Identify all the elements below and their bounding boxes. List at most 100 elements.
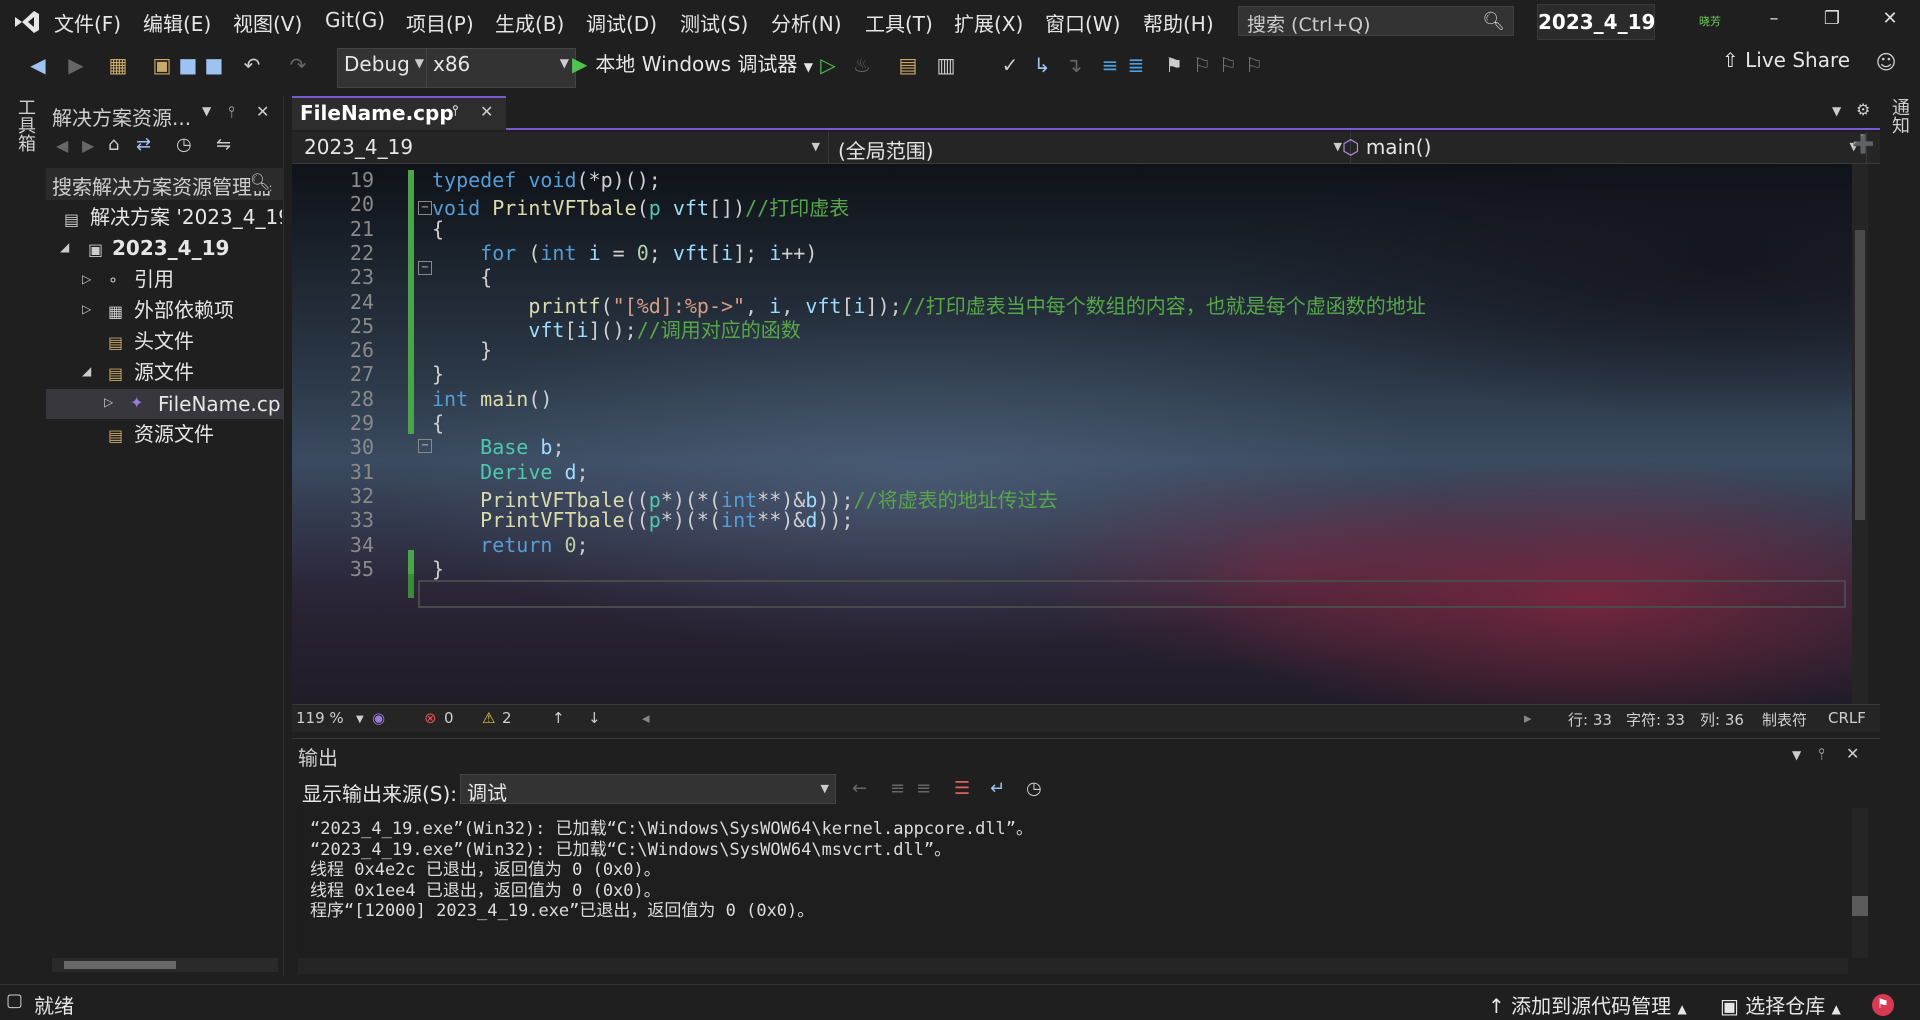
collapse-arrow-icon[interactable]: ▷	[82, 302, 91, 316]
output-text-area[interactable]: “2023_4_19.exe”(Win32): 已加载“C:\Windows\S…	[298, 808, 1848, 958]
step-over-icon[interactable]: ↴	[1062, 53, 1086, 77]
notifications-tab[interactable]: 通知	[1886, 98, 1912, 134]
code-line[interactable]: Base b;	[432, 435, 564, 459]
code-line[interactable]: return 0;	[432, 533, 588, 557]
select-repository-button[interactable]: ▣ 选择仓库 ▲	[1720, 990, 1841, 1019]
clock-icon[interactable]: ◷	[1026, 778, 1042, 799]
code-line[interactable]: }	[432, 338, 492, 362]
close-window-icon[interactable]: ✕	[1870, 8, 1910, 29]
undo-icon[interactable]: ↶	[240, 53, 264, 77]
start-without-debugging-icon[interactable]: ▷	[816, 53, 840, 77]
next-message-icon[interactable]: ≡	[916, 778, 931, 799]
history-icon[interactable]: ◷	[176, 134, 192, 155]
comment-icon[interactable]: ≡	[1098, 53, 1122, 77]
start-debugging-button[interactable]: ▶ 本地 Windows 调试器 ▼	[572, 48, 813, 77]
code-line[interactable]: typedef void(*p)();	[432, 168, 661, 192]
menu-help[interactable]: 帮助(H)	[1143, 8, 1214, 37]
chevron-down-icon[interactable]: ▼	[1792, 748, 1801, 762]
notification-bell-icon[interactable]: ⚑	[1872, 994, 1894, 1016]
expand-arrow-icon[interactable]: ◢	[82, 364, 91, 378]
restore-icon[interactable]: ❐	[1812, 8, 1852, 29]
code-line[interactable]: }	[432, 362, 444, 386]
word-wrap-icon[interactable]: ↵	[990, 778, 1005, 799]
tree-item-solution[interactable]: 解决方案 '2023_4_19' (1 个项目/共 1 个)	[90, 202, 282, 232]
editor-scrollbar-thumb[interactable]	[1855, 230, 1865, 520]
indent-mode[interactable]: 制表符	[1762, 709, 1807, 730]
tree-item-header-files[interactable]: 头文件	[134, 326, 194, 356]
scroll-left-icon[interactable]: ◂	[642, 709, 650, 727]
save-all-icon[interactable]: ■	[202, 53, 226, 77]
tree-item-external-deps[interactable]: 外部依赖项	[134, 295, 234, 325]
menu-project[interactable]: 项目(P)	[406, 8, 474, 37]
chevron-down-icon[interactable]: ▼	[1832, 104, 1841, 118]
menu-extensions[interactable]: 扩展(X)	[954, 8, 1023, 37]
home-icon[interactable]: ⌂	[108, 134, 119, 155]
code-editor[interactable]: 19 typedef void(*p)(); 20 void PrintVFTbale…	[292, 164, 1852, 704]
close-tab-icon[interactable]: ✕	[480, 102, 493, 121]
menu-file[interactable]: 文件(F)	[54, 8, 121, 37]
output-horizontal-scrollbar[interactable]	[298, 958, 1848, 974]
pin-icon[interactable]: ⫯	[452, 103, 458, 119]
chevron-down-icon[interactable]: ▼	[356, 714, 364, 725]
bookmark-icon[interactable]: ⚑	[1162, 53, 1186, 77]
output-scrollbar-thumb[interactable]	[1852, 896, 1868, 916]
chevron-down-icon[interactable]: ▼	[202, 104, 211, 118]
platform-select[interactable]: x86 ▼	[426, 48, 576, 88]
fold-toggle-icon[interactable]: −	[418, 261, 432, 275]
toolbox-tab[interactable]: 工具箱	[12, 98, 38, 152]
menu-git[interactable]: Git(G)	[325, 8, 385, 32]
code-line[interactable]: for (int i = 0; vft[i]; i++)	[432, 241, 817, 265]
visual-studio-logo-icon[interactable]	[12, 8, 42, 36]
search-input[interactable]: 搜索 (Ctrl+Q) 🔍︎	[1238, 6, 1514, 36]
gear-icon[interactable]: ⚙	[1856, 100, 1870, 119]
pin-icon[interactable]: ⫯	[1818, 744, 1825, 764]
user-avatar[interactable]: 晓芳	[1696, 8, 1724, 36]
previous-message-icon[interactable]: ≡	[890, 778, 905, 799]
spellcheck-icon[interactable]: ✓	[998, 53, 1022, 77]
next-bookmark-icon[interactable]: ⚐	[1216, 53, 1240, 77]
fold-toggle-icon[interactable]: −	[418, 439, 432, 453]
code-line[interactable]: void PrintVFTbale(p vft[])//打印虚表	[432, 192, 849, 221]
step-icon[interactable]: ↳	[1030, 53, 1054, 77]
forward-icon[interactable]: ▶	[82, 136, 94, 155]
hot-reload-icon[interactable]: ♨	[850, 53, 874, 77]
forward-icon[interactable]: ▶	[64, 53, 88, 77]
back-icon[interactable]: ◀	[56, 136, 68, 155]
tree-item-filename-cpp[interactable]: FileName.cpp	[158, 389, 282, 419]
solution-scrollbar-thumb[interactable]	[64, 961, 176, 969]
code-line[interactable]: {	[432, 265, 492, 289]
menu-test[interactable]: 测试(S)	[680, 8, 748, 37]
zoom-level[interactable]: 119 %	[296, 709, 344, 727]
tree-item-references[interactable]: 引用	[134, 264, 174, 294]
copilot-icon[interactable]: ◉	[372, 709, 385, 727]
menu-view[interactable]: 视图(V)	[233, 8, 302, 37]
warning-count[interactable]: 2	[502, 709, 512, 727]
tree-item-resource-files[interactable]: 资源文件	[134, 419, 214, 449]
tab-filename-cpp[interactable]: FileName.cpp ⫯ ✕	[292, 96, 506, 130]
code-line[interactable]: int main()	[432, 387, 552, 411]
uncomment-icon[interactable]: ≣	[1124, 53, 1148, 77]
live-share-button[interactable]: ⇧ Live Share	[1722, 48, 1850, 72]
previous-issue-icon[interactable]: ↑	[552, 709, 565, 727]
code-line[interactable]: {	[432, 411, 444, 435]
minimize-icon[interactable]: –	[1754, 8, 1794, 29]
collapse-arrow-icon[interactable]: ▷	[82, 272, 91, 286]
error-count[interactable]: 0	[444, 709, 454, 727]
browse-icon[interactable]: ▤	[896, 53, 920, 77]
code-line[interactable]: PrintVFTbale((p*)(*(int**)&d));	[432, 508, 853, 532]
cursor-char[interactable]: 字符: 33	[1626, 709, 1685, 730]
layout-icon[interactable]: ▥	[934, 53, 958, 77]
open-file-icon[interactable]: ▣	[150, 53, 174, 77]
menu-debug[interactable]: 调试(D)	[586, 8, 657, 37]
code-line[interactable]: Derive d;	[432, 460, 588, 484]
menu-analyze[interactable]: 分析(N)	[771, 8, 842, 37]
output-vertical-scrollbar[interactable]	[1852, 808, 1868, 958]
menu-build[interactable]: 生成(B)	[495, 8, 564, 37]
code-line[interactable]: }	[432, 557, 444, 581]
redo-icon[interactable]: ↷	[286, 53, 310, 77]
tree-item-project[interactable]: 2023_4_19	[112, 233, 229, 263]
menu-window[interactable]: 窗口(W)	[1045, 8, 1120, 37]
menu-edit[interactable]: 编辑(E)	[143, 8, 211, 37]
new-project-icon[interactable]: ▦	[106, 53, 130, 77]
split-editor-icon[interactable]: ➕	[1852, 134, 1874, 155]
